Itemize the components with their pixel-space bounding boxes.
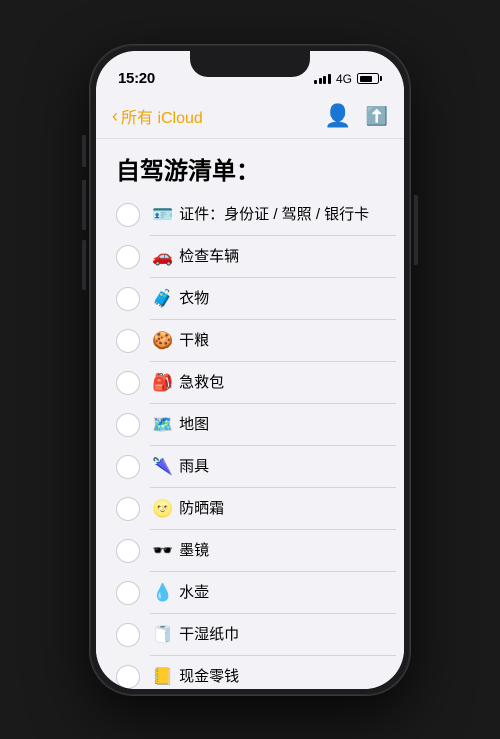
list-item[interactable]: 📒 现金零钱 [104,656,396,689]
checkbox[interactable] [116,497,140,521]
content-area: 自驾游清单： 🪪 证件：身份证 / 驾照 / 银行卡 🚗 检查车辆 🧳 衣物 🍪 干粮 🎒 急救包… [96,139,404,689]
item-emoji: 🧻 [152,626,173,643]
checkbox[interactable] [116,329,140,353]
list-item[interactable]: 🧻 干湿纸巾 [104,614,396,656]
list-item[interactable]: 🌂 雨具 [104,446,396,488]
nav-bar: ‹ 所有 iCloud 👤 ⬆️ [96,95,404,139]
item-text: 检查车辆 [179,246,239,267]
checkbox[interactable] [116,413,140,437]
status-right: 4G [314,72,382,86]
checkbox[interactable] [116,539,140,563]
list-item[interactable]: 💧 水壶 [104,572,396,614]
checkbox[interactable] [116,665,140,689]
network-label: 4G [336,72,352,86]
item-text: 雨具 [179,456,209,477]
item-text: 墨镜 [179,540,209,561]
list-item[interactable]: 🕶️ 墨镜 [104,530,396,572]
item-emoji: 🗺️ [152,416,173,433]
item-content: 🌝 防晒霜 [152,498,224,519]
item-text: 地图 [179,414,209,435]
list-item[interactable]: 🪪 证件：身份证 / 驾照 / 银行卡 [104,194,396,236]
item-text: 水壶 [179,582,209,603]
back-button[interactable]: ‹ 所有 iCloud [112,104,203,128]
page-title: 自驾游清单： [96,139,404,194]
item-content: 💧 水壶 [152,582,209,603]
back-label: 所有 iCloud [121,104,203,128]
item-content: 🪪 证件：身份证 / 驾照 / 银行卡 [152,204,369,225]
item-text: 防晒霜 [179,498,224,519]
item-emoji: 🪪 [152,206,173,223]
item-emoji: 🍪 [152,332,173,349]
item-content: 📒 现金零钱 [152,666,239,687]
checkbox[interactable] [116,581,140,605]
item-content: 🧳 衣物 [152,288,209,309]
item-text: 急救包 [179,372,224,393]
signal-icon [314,74,331,84]
share-icon[interactable]: ⬆️ [366,107,388,125]
item-content: 🍪 干粮 [152,330,209,351]
item-text: 证件：身份证 / 驾照 / 银行卡 [179,204,369,225]
item-emoji: 🚗 [152,248,173,265]
list-item[interactable]: 🚗 检查车辆 [104,236,396,278]
checkbox[interactable] [116,203,140,227]
checkbox[interactable] [116,371,140,395]
item-content: 🗺️ 地图 [152,414,209,435]
item-content: 🕶️ 墨镜 [152,540,209,561]
list-item[interactable]: 🌝 防晒霜 [104,488,396,530]
item-emoji: 🌝 [152,500,173,517]
checkbox[interactable] [116,245,140,269]
nav-actions: 👤 ⬆️ [324,105,388,127]
checkbox[interactable] [116,455,140,479]
checkbox[interactable] [116,287,140,311]
item-text: 干粮 [179,330,209,351]
add-person-icon[interactable]: 👤 [324,105,351,127]
chevron-left-icon: ‹ [112,106,118,127]
item-emoji: 🕶️ [152,542,173,559]
item-text: 衣物 [179,288,209,309]
list-item[interactable]: 🎒 急救包 [104,362,396,404]
phone-screen: 15:20 4G ‹ 所有 [96,51,404,689]
item-content: 🌂 雨具 [152,456,209,477]
item-emoji: 🌂 [152,458,173,475]
item-content: 🧻 干湿纸巾 [152,624,239,645]
item-text: 干湿纸巾 [179,624,239,645]
item-emoji: 💧 [152,584,173,601]
item-emoji: 🎒 [152,374,173,391]
battery-icon [357,73,382,84]
item-text: 现金零钱 [179,666,239,687]
list-item[interactable]: 🧳 衣物 [104,278,396,320]
checkbox[interactable] [116,623,140,647]
checklist[interactable]: 🪪 证件：身份证 / 驾照 / 银行卡 🚗 检查车辆 🧳 衣物 🍪 干粮 🎒 急救包 🗺️ 地图 🌂 雨具… [96,194,404,689]
list-item[interactable]: 🗺️ 地图 [104,404,396,446]
item-emoji: 🧳 [152,290,173,307]
item-content: 🎒 急救包 [152,372,224,393]
item-content: 🚗 检查车辆 [152,246,239,267]
item-emoji: 📒 [152,668,173,685]
phone-frame: 15:20 4G ‹ 所有 [90,45,410,695]
status-time: 15:20 [118,70,155,87]
notch [190,51,310,77]
list-item[interactable]: 🍪 干粮 [104,320,396,362]
